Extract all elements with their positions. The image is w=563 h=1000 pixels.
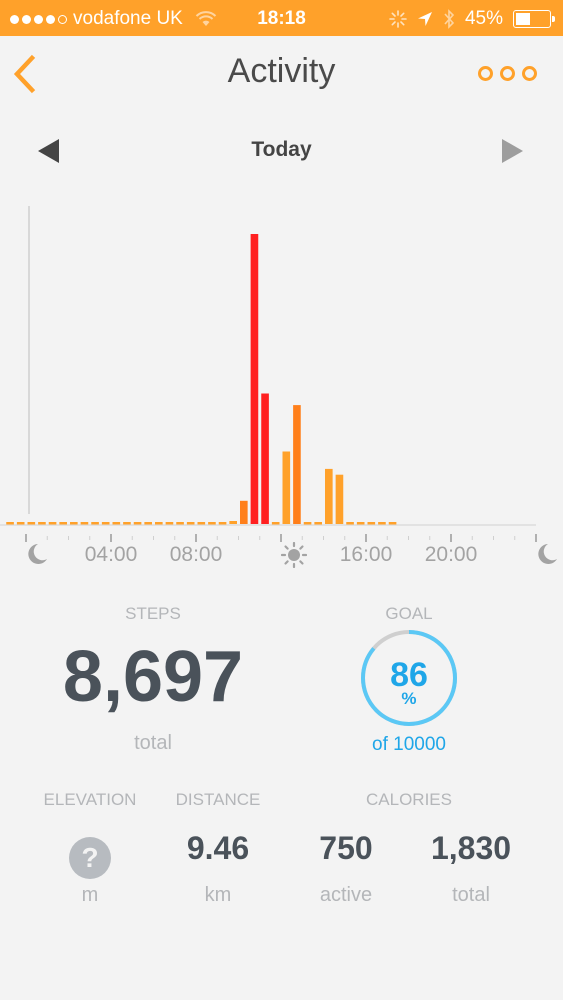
- empty-bin-mark: [59, 522, 67, 525]
- elevation-header: ELEVATION: [43, 790, 137, 809]
- nav-bar: Activity: [0, 36, 563, 110]
- battery-fill: [516, 13, 531, 25]
- goal-percent: 86: [390, 656, 428, 694]
- empty-bin-mark: [367, 522, 376, 525]
- calories-active-label: active: [319, 884, 373, 906]
- empty-bin-mark: [378, 522, 386, 525]
- empty-bin-mark: [144, 522, 152, 525]
- goal-percent-display: 86 %: [390, 656, 428, 708]
- x-tick-label: 04:00: [84, 543, 138, 566]
- empty-bin-mark: [388, 522, 397, 525]
- empty-bin-mark: [80, 522, 89, 525]
- calories-total-value: 1,830: [430, 830, 512, 866]
- distance-unit: km: [204, 884, 232, 906]
- date-label: Today: [251, 138, 312, 161]
- empty-bin-mark: [27, 522, 36, 525]
- status-bar: vodafone UK 18:18 45%: [0, 0, 563, 36]
- goal-sub: of 10000: [372, 734, 446, 755]
- goal-header: GOAL: [385, 604, 433, 623]
- empty-bin-mark: [218, 522, 227, 525]
- empty-bin-mark: [38, 522, 46, 525]
- empty-bin-mark: [6, 522, 14, 525]
- goal-percent-sign: %: [401, 689, 417, 708]
- distance-header: DISTANCE: [175, 790, 261, 809]
- empty-bin-mark: [91, 522, 99, 525]
- battery-percent: 45%: [464, 8, 503, 29]
- status-right: 45%: [389, 8, 555, 30]
- x-tick-label: 08:00: [169, 543, 223, 566]
- empty-bin-mark: [176, 522, 184, 525]
- location-arrow-icon: [417, 12, 432, 26]
- distance-value: 9.46: [186, 830, 250, 866]
- step-bar: [250, 234, 259, 524]
- activity-spinner-icon: [389, 10, 407, 28]
- empty-bin-mark: [155, 522, 163, 525]
- steps-header: STEPS: [125, 604, 181, 623]
- empty-bin-mark: [186, 522, 195, 525]
- empty-bin-mark: [48, 522, 57, 525]
- empty-bin-mark: [165, 522, 174, 525]
- step-bar: [261, 393, 269, 524]
- step-bar: [240, 500, 248, 524]
- more-dot: [522, 66, 537, 81]
- x-tick-label: 16:00: [339, 543, 393, 566]
- steps-sub: total: [134, 732, 172, 754]
- empty-bin-mark: [123, 522, 131, 525]
- empty-bin-mark: [133, 522, 142, 525]
- more-options-button[interactable]: [478, 66, 537, 81]
- empty-bin-mark: [314, 522, 322, 525]
- empty-bin-mark: [16, 522, 25, 525]
- calories-active-value: 750: [319, 830, 373, 866]
- more-dot: [500, 66, 515, 81]
- empty-bin-mark: [101, 522, 110, 525]
- empty-bin-mark: [197, 522, 206, 525]
- calories-total-label: total: [452, 884, 490, 906]
- date-navigator: Today: [0, 120, 563, 180]
- step-bar: [325, 468, 333, 524]
- calories-header: CALORIES: [366, 790, 452, 809]
- step-bar: [229, 521, 237, 524]
- empty-bin-mark: [346, 522, 354, 525]
- empty-bin-mark: [303, 522, 312, 525]
- elevation-unit: m: [81, 884, 99, 906]
- steps-chart-svg: [0, 206, 537, 542]
- x-tick-label: 20:00: [424, 543, 478, 566]
- steps-value: 8,697: [62, 637, 244, 717]
- empty-bin-mark: [356, 522, 365, 525]
- step-bar: [293, 405, 301, 524]
- step-bar: [335, 474, 344, 524]
- bluetooth-icon: [444, 9, 455, 29]
- more-dots-icon: [478, 66, 493, 81]
- empty-bin-mark: [70, 522, 78, 525]
- steps-chart: 04:00 08:00 16:00 20:00: [0, 190, 563, 590]
- empty-bin-mark: [208, 522, 216, 525]
- step-bar: [282, 451, 291, 524]
- battery-icon: [513, 10, 555, 28]
- empty-bin-mark: [112, 522, 121, 525]
- next-day-button[interactable]: [502, 139, 523, 163]
- empty-bin-mark: [271, 522, 280, 525]
- question-icon[interactable]: ?: [69, 837, 111, 879]
